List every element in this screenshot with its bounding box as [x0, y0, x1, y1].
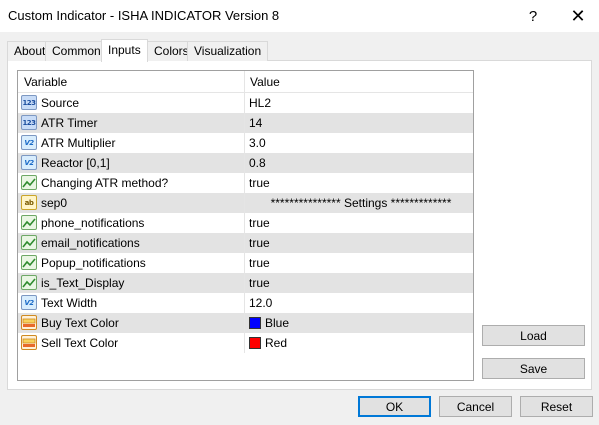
cell-divider	[244, 153, 245, 173]
load-button[interactable]: Load	[482, 325, 585, 346]
double-type-icon: V2	[21, 135, 37, 150]
window-title: Custom Indicator - ISHA INDICATOR Versio…	[8, 8, 280, 23]
row-variable-name: Buy Text Color	[41, 316, 119, 330]
row-value[interactable]: 3.0	[249, 136, 266, 150]
cell-divider	[244, 133, 245, 153]
row-value[interactable]: true	[249, 256, 270, 270]
cell-divider	[244, 333, 245, 353]
reset-button[interactable]: Reset	[520, 396, 593, 417]
row-value[interactable]: 14	[249, 116, 262, 130]
title-bar: Custom Indicator - ISHA INDICATOR Versio…	[0, 0, 599, 32]
cell-divider	[244, 173, 245, 193]
row-variable-name: Changing ATR method?	[41, 176, 169, 190]
double-type-icon: V2	[21, 155, 37, 170]
grid-header: Variable Value	[18, 71, 473, 93]
column-header-variable[interactable]: Variable	[24, 75, 67, 89]
row-variable-name: Text Width	[41, 296, 98, 310]
cell-divider	[244, 293, 245, 313]
cell-divider	[244, 253, 245, 273]
row-variable-name: Popup_notifications	[41, 256, 146, 270]
bool-type-icon	[21, 215, 37, 230]
color-type-icon	[21, 315, 37, 330]
row-variable-name: sep0	[41, 196, 68, 210]
close-button[interactable]: ✕	[558, 2, 598, 30]
cell-divider	[244, 273, 245, 293]
table-row[interactable]: email_notifications true	[18, 233, 473, 253]
help-button[interactable]: ?	[513, 2, 553, 30]
color-swatch	[249, 317, 261, 329]
row-variable-name: ATR Multiplier	[41, 136, 116, 150]
row-value[interactable]: true	[249, 276, 270, 290]
row-variable-name: Sell Text Color	[41, 336, 119, 350]
row-value[interactable]: true	[249, 236, 270, 250]
color-name: Blue	[265, 316, 290, 330]
bool-type-icon	[21, 255, 37, 270]
close-icon: ✕	[570, 5, 586, 26]
table-row[interactable]: V2 Reactor [0,1] 0.8	[18, 153, 473, 173]
bool-type-icon	[21, 235, 37, 250]
table-row[interactable]: Sell Text Color Red	[18, 333, 473, 353]
color-swatch	[249, 337, 261, 349]
row-value[interactable]: Red	[249, 336, 287, 350]
inputs-grid[interactable]: Variable Value 123 Source HL2 123 ATR Timer 1…	[17, 70, 474, 381]
cell-divider	[244, 93, 245, 113]
string-type-icon: ab	[21, 195, 37, 210]
row-variable-name: Reactor [0,1]	[41, 156, 110, 170]
color-name: Red	[265, 336, 288, 350]
table-row[interactable]: ab sep0 *************** Settings *********…	[18, 193, 473, 213]
cell-divider	[244, 213, 245, 233]
row-variable-name: Source	[41, 96, 80, 110]
int-type-icon: 123	[21, 115, 37, 130]
table-row[interactable]: Changing ATR method? true	[18, 173, 473, 193]
row-variable-name: is_Text_Display	[41, 276, 125, 290]
row-variable-name: phone_notifications	[41, 216, 145, 230]
row-value[interactable]: 0.8	[249, 156, 266, 170]
column-header-value[interactable]: Value	[250, 75, 280, 89]
cell-divider	[244, 113, 245, 133]
table-row[interactable]: V2 Text Width 12.0	[18, 293, 473, 313]
table-row[interactable]: phone_notifications true	[18, 213, 473, 233]
tab-common[interactable]: Common	[45, 41, 108, 61]
table-row[interactable]: Popup_notifications true	[18, 253, 473, 273]
cell-divider	[244, 313, 245, 333]
table-row[interactable]: is_Text_Display true	[18, 273, 473, 293]
row-value[interactable]: 12.0	[249, 296, 272, 310]
row-value[interactable]: true	[249, 176, 270, 190]
cell-divider	[244, 193, 245, 213]
row-value[interactable]: *************** Settings *************	[250, 196, 472, 210]
double-type-icon: V2	[21, 295, 37, 310]
table-row[interactable]: 123 Source HL2	[18, 93, 473, 113]
tab-inputs[interactable]: Inputs	[101, 39, 148, 62]
bool-type-icon	[21, 175, 37, 190]
table-row[interactable]: Buy Text Color Blue	[18, 313, 473, 333]
row-variable-name: email_notifications	[41, 236, 140, 250]
help-icon: ?	[528, 7, 538, 25]
bool-type-icon	[21, 275, 37, 290]
ok-button[interactable]: OK	[358, 396, 431, 417]
cell-divider	[244, 233, 245, 253]
int-type-icon: 123	[21, 95, 37, 110]
table-row[interactable]: V2 ATR Multiplier 3.0	[18, 133, 473, 153]
color-type-icon	[21, 335, 37, 350]
cancel-button[interactable]: Cancel	[439, 396, 512, 417]
row-value[interactable]: true	[249, 216, 270, 230]
save-button[interactable]: Save	[482, 358, 585, 379]
row-variable-name: ATR Timer	[41, 116, 98, 130]
column-divider[interactable]	[244, 71, 245, 93]
row-value[interactable]: HL2	[249, 96, 271, 110]
tab-visualization[interactable]: Visualization	[187, 41, 269, 61]
table-row[interactable]: 123 ATR Timer 14	[18, 113, 473, 133]
row-value[interactable]: Blue	[249, 316, 289, 330]
